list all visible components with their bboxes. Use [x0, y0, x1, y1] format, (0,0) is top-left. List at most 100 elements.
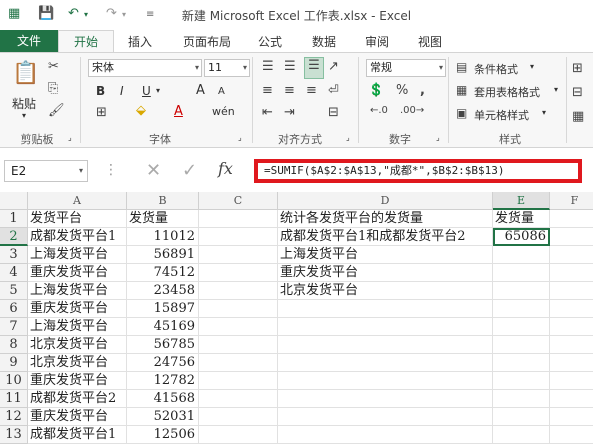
cell-e5[interactable]: [493, 282, 550, 300]
cell-d8[interactable]: [278, 336, 493, 354]
number-format-combo[interactable]: 常规 ▾: [366, 59, 446, 77]
row-header-11[interactable]: 11: [0, 390, 28, 408]
cell-b4[interactable]: 74512: [127, 264, 199, 282]
cell-styles-button[interactable]: 单元格样式: [474, 107, 529, 123]
insert-function-button[interactable]: fx: [218, 159, 233, 178]
cell-e12[interactable]: [493, 408, 550, 426]
align-left-icon[interactable]: ≡: [262, 83, 273, 98]
cell-b10[interactable]: 12782: [127, 372, 199, 390]
format-as-table-button[interactable]: 套用表格格式: [474, 84, 540, 100]
paste-icon[interactable]: 📋: [12, 61, 39, 86]
clipboard-launcher-icon[interactable]: ⌟: [68, 133, 72, 142]
font-size-combo[interactable]: 11 ▾: [204, 59, 250, 77]
number-launcher-icon[interactable]: ⌟: [436, 133, 440, 142]
conditional-format-button[interactable]: 条件格式: [474, 61, 518, 77]
accounting-format-icon[interactable]: 💲: [368, 83, 384, 98]
cell-c6[interactable]: [199, 300, 278, 318]
comma-style-icon[interactable]: ,: [420, 83, 425, 98]
cell-d11[interactable]: [278, 390, 493, 408]
cell-e10[interactable]: [493, 372, 550, 390]
format-as-table-icon[interactable]: ▦: [456, 83, 467, 97]
font-name-combo[interactable]: 宋体 ▾: [88, 59, 202, 77]
tab-data[interactable]: 数据: [312, 33, 336, 50]
name-box[interactable]: E2 ▾: [4, 160, 88, 182]
row-header-1[interactable]: 1: [0, 210, 28, 228]
cell-b11[interactable]: 41568: [127, 390, 199, 408]
cell-e6[interactable]: [493, 300, 550, 318]
percent-style-icon[interactable]: %: [396, 83, 408, 98]
cell-d1[interactable]: 统计各发货平台的发货量: [278, 210, 493, 228]
tab-file[interactable]: 文件: [0, 30, 58, 52]
cell-b1[interactable]: 发货量: [127, 210, 199, 228]
tab-home[interactable]: 开始: [58, 30, 114, 52]
cell-e13[interactable]: [493, 426, 550, 444]
cell-c1[interactable]: [199, 210, 278, 228]
cell-b13[interactable]: 12506: [127, 426, 199, 444]
cell-f1[interactable]: [550, 210, 593, 228]
row-header-5[interactable]: 5: [0, 282, 28, 300]
cell-e1[interactable]: 发货量: [493, 210, 550, 228]
cell-a1[interactable]: 发货平台: [28, 210, 127, 228]
cell-a2[interactable]: 成都发货平台1: [28, 228, 127, 246]
cell-c5[interactable]: [199, 282, 278, 300]
cell-f8[interactable]: [550, 336, 593, 354]
cell-e4[interactable]: [493, 264, 550, 282]
cell-d2[interactable]: 成都发货平台1和成都发货平台2: [278, 228, 493, 246]
worksheet-grid[interactable]: A B C D E F 1 发货平台 发货量 统计各发货平台的发货量 发货量 2 成都发货平台1 1101…: [0, 192, 593, 444]
column-header-a[interactable]: A: [28, 192, 127, 210]
underline-button[interactable]: U: [142, 84, 151, 98]
align-bottom-icon[interactable]: ☰: [304, 57, 324, 79]
font-launcher-icon[interactable]: ⌟: [238, 133, 242, 142]
cell-c9[interactable]: [199, 354, 278, 372]
cell-f11[interactable]: [550, 390, 593, 408]
cell-f12[interactable]: [550, 408, 593, 426]
align-top-icon[interactable]: ☰: [262, 59, 274, 74]
underline-dropdown-icon[interactable]: ▾: [156, 86, 160, 95]
cell-a5[interactable]: 上海发货平台: [28, 282, 127, 300]
cell-d5[interactable]: 北京发货平台: [278, 282, 493, 300]
cell-f9[interactable]: [550, 354, 593, 372]
insert-cells-icon[interactable]: ⊞: [572, 61, 583, 76]
cell-a6[interactable]: 重庆发货平台: [28, 300, 127, 318]
shrink-font-button[interactable]: A: [218, 86, 225, 97]
row-header-12[interactable]: 12: [0, 408, 28, 426]
cell-c4[interactable]: [199, 264, 278, 282]
column-header-e[interactable]: E: [493, 192, 550, 210]
cell-b2[interactable]: 11012: [127, 228, 199, 246]
cell-b8[interactable]: 56785: [127, 336, 199, 354]
row-header-4[interactable]: 4: [0, 264, 28, 282]
alignment-launcher-icon[interactable]: ⌟: [346, 133, 350, 142]
row-header-8[interactable]: 8: [0, 336, 28, 354]
enter-icon[interactable]: ✓: [182, 160, 197, 181]
column-header-b[interactable]: B: [127, 192, 199, 210]
cell-c3[interactable]: [199, 246, 278, 264]
cell-c2[interactable]: [199, 228, 278, 246]
row-header-3[interactable]: 3: [0, 246, 28, 264]
cell-b12[interactable]: 52031: [127, 408, 199, 426]
cell-d12[interactable]: [278, 408, 493, 426]
copy-icon[interactable]: ⎘: [48, 81, 58, 96]
cell-d7[interactable]: [278, 318, 493, 336]
tab-view[interactable]: 视图: [418, 33, 442, 50]
cell-f2[interactable]: [550, 228, 593, 246]
row-header-13[interactable]: 13: [0, 426, 28, 444]
tab-insert[interactable]: 插入: [128, 33, 152, 50]
wrap-text-icon[interactable]: ⏎: [328, 83, 339, 98]
cell-c10[interactable]: [199, 372, 278, 390]
cell-c13[interactable]: [199, 426, 278, 444]
cell-c12[interactable]: [199, 408, 278, 426]
cell-a10[interactable]: 重庆发货平台: [28, 372, 127, 390]
cell-d4[interactable]: 重庆发货平台: [278, 264, 493, 282]
cell-a11[interactable]: 成都发货平台2: [28, 390, 127, 408]
cell-e11[interactable]: [493, 390, 550, 408]
column-header-d[interactable]: D: [278, 192, 493, 210]
cell-e3[interactable]: [493, 246, 550, 264]
decrease-indent-icon[interactable]: ⇤: [262, 105, 273, 120]
cell-a12[interactable]: 重庆发货平台: [28, 408, 127, 426]
bold-button[interactable]: B: [96, 84, 105, 98]
font-color-button[interactable]: A: [174, 104, 183, 119]
tab-page-layout[interactable]: 页面布局: [183, 33, 231, 50]
cell-f13[interactable]: [550, 426, 593, 444]
cancel-icon[interactable]: ✕: [146, 160, 161, 181]
cell-a13[interactable]: 成都发货平台1: [28, 426, 127, 444]
